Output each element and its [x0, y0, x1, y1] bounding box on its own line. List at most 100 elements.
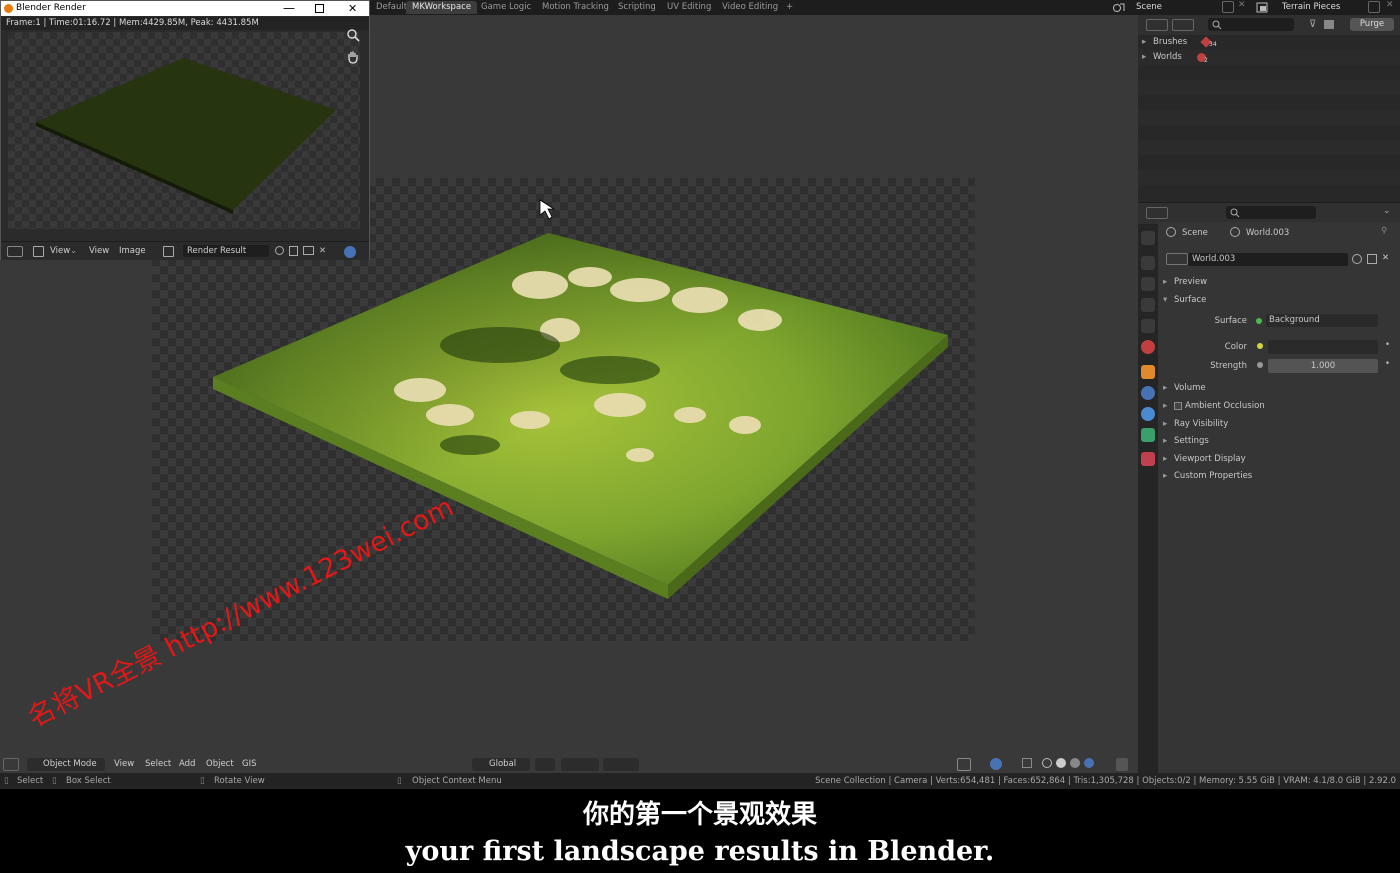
- menu-view[interactable]: View: [114, 758, 134, 771]
- solid-shading-icon[interactable]: [1056, 758, 1066, 768]
- visibility-icon[interactable]: [930, 758, 952, 771]
- new-scene-icon[interactable]: [1222, 1, 1234, 13]
- scene-name-field[interactable]: Scene: [1132, 1, 1218, 13]
- texture-tab-icon[interactable]: [1141, 452, 1155, 466]
- constraints-tab-icon[interactable]: [1141, 407, 1155, 421]
- tab-mkworkspace[interactable]: MKWorkspace: [406, 1, 478, 14]
- pan-hand-icon[interactable]: [346, 50, 360, 64]
- scene-icon[interactable]: [1112, 2, 1126, 13]
- expand-arrow-icon[interactable]: ▸: [1163, 401, 1167, 411]
- expand-arrow-icon[interactable]: ▸: [1163, 383, 1167, 393]
- keyframe-dot-icon[interactable]: •: [1385, 359, 1390, 369]
- breadcrumb-scene[interactable]: Scene: [1182, 228, 1208, 238]
- duplicate-icon[interactable]: [1367, 254, 1377, 264]
- world-name-field[interactable]: World.003: [1188, 253, 1348, 266]
- panel-viewport-display[interactable]: Viewport Display: [1174, 454, 1246, 464]
- surface-shader-field[interactable]: Background: [1266, 314, 1378, 327]
- new-view-layer-icon[interactable]: [1368, 1, 1380, 13]
- display-mode-dropdown[interactable]: [1146, 19, 1168, 31]
- world-tab-icon[interactable]: [1141, 340, 1155, 354]
- properties-search-input[interactable]: [1226, 206, 1316, 219]
- image-mode-icon[interactable]: [33, 246, 44, 257]
- editor-type-icon[interactable]: [7, 246, 23, 257]
- zoom-icon[interactable]: [346, 28, 360, 42]
- wireframe-shading-icon[interactable]: [1042, 758, 1052, 768]
- unlink-icon[interactable]: ✕: [1382, 253, 1389, 263]
- maximize-icon[interactable]: [315, 4, 324, 13]
- outliner-item-worlds[interactable]: ▸ Worlds 2: [1138, 50, 1400, 65]
- pivot-point-icon[interactable]: [535, 758, 555, 771]
- close-scene-icon[interactable]: ✕: [1238, 0, 1246, 10]
- strength-field[interactable]: 1.000: [1268, 359, 1378, 373]
- color-swatch[interactable]: [1268, 340, 1378, 354]
- rendered-shading-icon[interactable]: [1084, 758, 1094, 768]
- expand-arrow-icon[interactable]: ▸: [1142, 35, 1146, 50]
- tab-video-editing[interactable]: Video Editing: [716, 1, 784, 14]
- overlay-toggle-icon[interactable]: [344, 246, 356, 258]
- collapse-arrow-icon[interactable]: ▾: [1163, 295, 1167, 305]
- tab-motion-tracking[interactable]: Motion Tracking: [536, 1, 615, 14]
- menu-select[interactable]: Select: [145, 758, 171, 771]
- expand-arrow-icon[interactable]: ▸: [1142, 50, 1146, 65]
- render-window-titlebar[interactable]: Blender Render — ✕: [1, 1, 369, 16]
- trash-icon[interactable]: [1324, 20, 1334, 29]
- scene-tab-icon[interactable]: [1141, 319, 1155, 333]
- expand-arrow-icon[interactable]: ▸: [1163, 277, 1167, 287]
- minimize-icon[interactable]: —: [283, 1, 295, 16]
- editor-type-icon[interactable]: [1146, 207, 1168, 219]
- filter-icon[interactable]: ⊽: [1309, 19, 1316, 30]
- data-tab-icon[interactable]: [1141, 428, 1155, 442]
- menu-object[interactable]: Object: [206, 758, 234, 771]
- keyframe-dot-icon[interactable]: •: [1385, 340, 1390, 350]
- panel-settings[interactable]: Settings: [1174, 436, 1209, 446]
- close-icon[interactable]: ✕: [348, 1, 357, 16]
- breadcrumb-world[interactable]: World.003: [1246, 228, 1289, 238]
- menu-gis[interactable]: GIS: [242, 758, 257, 771]
- editor-type-icon[interactable]: [3, 758, 19, 771]
- new-image-icon[interactable]: [289, 246, 298, 256]
- pause-render-icon[interactable]: [1116, 758, 1128, 771]
- world-browse-icon[interactable]: [1166, 253, 1188, 265]
- ambient-occlusion-checkbox[interactable]: [1174, 402, 1182, 410]
- transform-orientation-dropdown[interactable]: Global: [472, 758, 530, 771]
- tool-tab-icon[interactable]: [1141, 231, 1155, 245]
- pin-icon[interactable]: ⚲: [1381, 226, 1387, 236]
- physics-tab-icon[interactable]: [1141, 386, 1155, 400]
- purge-button[interactable]: Purge: [1350, 18, 1394, 31]
- object-mode-dropdown[interactable]: Object Mode: [27, 758, 105, 771]
- tab-game-logic[interactable]: Game Logic: [475, 1, 537, 14]
- object-tab-icon[interactable]: [1141, 365, 1155, 379]
- overlay-icon[interactable]: [990, 758, 1002, 770]
- fake-user-shield-icon[interactable]: [275, 246, 284, 255]
- expand-arrow-icon[interactable]: ▸: [1163, 436, 1167, 446]
- chevron-down-icon[interactable]: ⌄: [1383, 206, 1391, 216]
- panel-volume[interactable]: Volume: [1174, 383, 1206, 393]
- render-result-image[interactable]: [8, 32, 360, 229]
- outliner-search-input[interactable]: [1208, 18, 1294, 31]
- tab-uv-editing[interactable]: UV Editing: [661, 1, 717, 14]
- view-layer-icon[interactable]: [1256, 2, 1270, 13]
- panel-preview[interactable]: Preview: [1174, 277, 1207, 287]
- proportional-edit-icon[interactable]: [603, 758, 639, 771]
- panel-ambient-occlusion[interactable]: Ambient Occlusion: [1185, 401, 1265, 411]
- menu-add[interactable]: Add: [179, 758, 195, 771]
- fake-user-shield-icon[interactable]: [1352, 254, 1362, 264]
- view-layer-tab-icon[interactable]: [1141, 298, 1155, 312]
- open-folder-icon[interactable]: [303, 246, 314, 255]
- panel-custom-properties[interactable]: Custom Properties: [1174, 471, 1252, 481]
- panel-ray-visibility[interactable]: Ray Visibility: [1174, 419, 1228, 429]
- tab-scripting[interactable]: Scripting: [612, 1, 662, 14]
- image-browse-icon[interactable]: [163, 246, 174, 257]
- xray-icon[interactable]: [1022, 758, 1032, 768]
- menu-view[interactable]: View: [89, 246, 109, 256]
- add-workspace-button[interactable]: +: [780, 1, 799, 14]
- close-view-layer-icon[interactable]: ✕: [1386, 0, 1394, 10]
- gizmo-icon[interactable]: [957, 758, 971, 771]
- expand-arrow-icon[interactable]: ▸: [1163, 471, 1167, 481]
- unlink-icon[interactable]: ✕: [319, 246, 326, 256]
- output-tab-icon[interactable]: [1141, 277, 1155, 291]
- material-shading-icon[interactable]: [1070, 758, 1080, 768]
- menu-image[interactable]: Image: [119, 246, 146, 256]
- image-slot-field[interactable]: Render Result: [183, 245, 269, 257]
- panel-surface[interactable]: Surface: [1174, 295, 1206, 305]
